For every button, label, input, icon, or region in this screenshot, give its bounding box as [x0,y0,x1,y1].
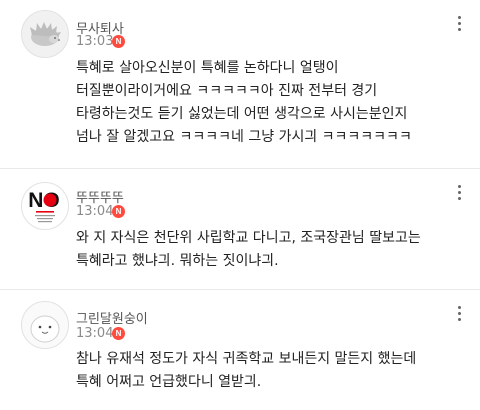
comment-3: 그린달원숭이 13:04 N 참나 유재석 정도가 자식 귀족학교 보내든지 말… [0,290,480,410]
no-japan-avatar-icon: NO [28,189,60,223]
avatar[interactable] [21,301,69,349]
new-badge: N [112,205,125,218]
more-options-icon[interactable] [449,11,469,35]
new-badge: N [112,327,125,340]
comment-line: 와 지 자식은 천단위 사립학교 다니고, 조국장관님 딸보고는 [76,230,421,246]
comment-1: 무사퇴사 13:03 N 특혜로 살아오신분이 특혜를 논하다니 얼탱이 터질뿐… [0,0,480,168]
comment-timestamp: 13:03 [76,34,114,49]
new-badge: N [112,35,125,48]
more-options-icon[interactable] [449,301,469,325]
comment-line: 특혜로 살아오신분이 특혜를 논하다니 얼탱이 [76,60,339,76]
comment-nickname[interactable]: 그린달원숭이 [76,308,148,327]
comment-timestamp: 13:04 [76,204,114,219]
comment-line: 타령하는것도 듣기 싫었는데 어떤 생각으로 사시는분인지 [76,106,408,122]
comment-body: 참나 유재석 정도가 자식 귀족학교 보내든지 말든지 했는데 특혜 어쩌고 언… [76,348,471,394]
avatar[interactable] [21,10,69,58]
comment-timestamp: 13:04 [76,326,114,341]
comment-body: 특혜로 살아오신분이 특혜를 논하다니 얼탱이 터질뿐이라이거에요 ㅋㅋㅋㅋㅋ아… [76,57,471,149]
cute-face-avatar-icon [30,315,60,343]
comment-2: NO 뚜뚜뚜뚜 13:04 N 와 지 자식은 천단위 사립학교 다니고, 조국… [0,169,480,289]
comment-line: 터질뿐이라이거에요 ㅋㅋㅋㅋㅋ아 진짜 전부터 경기 [76,83,378,99]
comment-line: 특혜 어쩌고 언급했다니 열받긔. [76,374,262,390]
comment-body: 와 지 자식은 천단위 사립학교 다니고, 조국장관님 딸보고는 특혜라고 했냐… [76,227,471,273]
hedgehog-avatar-icon [30,22,61,46]
comment-line: 특혜라고 했냐긔. 뭐하는 짓이냐긔. [76,253,279,269]
comment-line: 넘나 잘 알겠고요 ㅋㅋㅋㅋ네 그냥 가시긔 ㅋㅋㅋㅋㅋㅋㅋ [76,129,412,145]
more-options-icon[interactable] [449,180,469,204]
avatar[interactable]: NO [21,182,69,230]
comment-line: 참나 유재석 정도가 자식 귀족학교 보내든지 말든지 했는데 [76,351,417,367]
